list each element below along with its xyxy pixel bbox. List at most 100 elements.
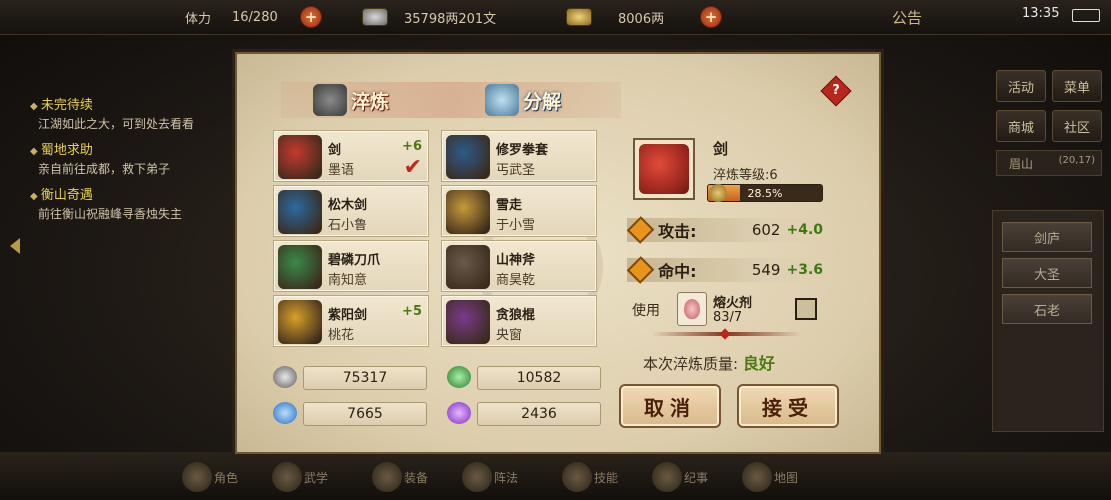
collapse-quest-arrow-icon[interactable] [10,238,20,254]
quest-log: 未完待续 江湖如此之大，可到处去看看 蜀地求助 亲自前往成都，救下弟子 衡山奇遇… [30,92,220,229]
nav-label: 武学 [303,470,328,485]
gold-value: 8006两 [618,11,665,27]
equipment-slot[interactable]: 碧磷刀爪 南知意 [273,240,429,292]
battery-icon [1072,4,1100,26]
nav-martial[interactable]: 武学 [270,460,330,494]
nav-label: 技能 [593,470,618,485]
role-icon [181,462,212,492]
weapon-icon [278,300,322,344]
npc-item[interactable]: 剑庐 [1002,222,1092,252]
weapon-owner: 南知意 [328,273,368,288]
tab-decompose[interactable]: 分解 [485,80,561,120]
weapon-icon [278,190,322,234]
tab-refine[interactable]: 淬炼 [313,80,389,120]
weapon-icon [278,135,322,179]
nav-label: 角色 [213,470,238,485]
stat-value: 549 [751,261,781,279]
gold-icon [566,6,592,28]
equipment-slot[interactable]: 松木剑 石小鲁 [273,185,429,237]
resource-value: 7665 [303,402,427,426]
weapon-owner: 丐武圣 [496,163,536,178]
stat-attack: 攻击: 602 +4.0 [626,216,823,244]
equip-icon [371,462,402,492]
nav-label: 地图 [773,470,798,485]
quest-desc: 前往衡山祝融峰寻香烛失主 [38,207,183,221]
tab-refine-label: 淬炼 [351,90,390,113]
equipment-slot[interactable]: 剑墨语 +6 ✔ [273,130,429,182]
activity-button[interactable]: 活动 [996,70,1046,102]
tab-decompose-label: 分解 [523,90,562,113]
weapon-name: 修罗拳套 [496,143,549,158]
material-name: 熔火剂 [713,296,753,311]
refine-level: 淬炼等级:6 [713,168,778,183]
weapon-name: 山神斧 [496,253,536,268]
amethyst-ore-icon [447,402,471,424]
weapon-owner: 于小雪 [496,218,536,233]
use-material-checkbox[interactable] [795,298,817,320]
skill-icon [561,462,592,492]
quest-item[interactable]: 蜀地求助 亲自前往成都，救下弟子 [30,139,220,178]
crystal-icon [485,84,519,116]
question-icon: ? [832,83,840,98]
nav-skill[interactable]: 技能 [560,460,620,494]
quality-label: 本次淬炼质量: [643,355,739,373]
sapphire-ore-icon [273,402,297,424]
diamond-icon [626,216,655,244]
equipment-slot[interactable]: 紫阳剑 桃花 +5 [273,295,429,347]
weapon-icon [446,245,490,289]
hammer-icon [709,184,727,202]
weapon-name: 松木剑 [328,198,368,213]
quest-desc: 亲自前往成都，救下弟子 [38,162,171,176]
bottom-nav-bar [0,452,1111,500]
refine-quality: 本次淬炼质量: 良好 [643,350,775,374]
cancel-button[interactable]: 取消 [619,384,721,428]
weapon-name: 剑 [328,143,342,158]
menu-button[interactable]: 菜单 [1052,70,1102,102]
selected-weapon-icon [633,138,695,200]
nav-map[interactable]: 地图 [740,460,800,494]
nav-formation[interactable]: 阵法 [460,460,520,494]
equipment-slot[interactable]: 山神斧 商昊乾 [441,240,597,292]
stat-label: 攻击: [658,222,697,241]
add-stamina-button[interactable]: + [300,6,322,28]
equipment-slot[interactable]: 雪走 于小雪 [441,185,597,237]
iron-ore-icon [273,366,297,388]
silver-value: 35798两201文 [404,11,497,27]
clock: 13:35 [1022,5,1060,21]
check-icon: ✔ [403,155,422,180]
npc-item[interactable]: 石老 [1002,294,1092,324]
plus-icon: + [300,6,322,28]
notice-button[interactable]: 公告 [892,6,922,28]
stat-value: 602 [751,221,781,239]
weapon-icon [278,245,322,289]
weapon-owner: 石小鲁 [328,218,368,233]
add-gold-button[interactable]: + [700,6,722,28]
equipment-grid: 剑墨语 +6 ✔ 修罗拳套 丐武圣 松木剑 石小鲁 雪走 于小雪 碧磷刀爪 南知意 山神斧 商昊乾 紫阳剑… [273,130,605,350]
weapon-icon [446,190,490,234]
community-button[interactable]: 社区 [1052,110,1102,142]
quest-item[interactable]: 未完待续 江湖如此之大，可到处去看看 [30,94,220,133]
quest-title: 未完待续 [30,94,220,113]
accept-button[interactable]: 接受 [737,384,839,428]
weapon-owner: 央窗 [496,328,523,343]
equipment-slot[interactable]: 贪狼棍 央窗 [441,295,597,347]
jade-ore-icon [447,366,471,388]
npc-item[interactable]: 大圣 [1002,258,1092,288]
top-status-bar: 体力 16/280 + 35798两201文 8006两 + 公告 13:35 [0,0,1111,35]
refine-dialog: 淬炼 分解 ? 剑墨语 +6 ✔ 修罗拳套 丐武圣 松木剑 石小鲁 雪走 于小雪 碧磷刀爪 南知意山… [235,52,881,454]
quest-item[interactable]: 衡山奇遇 前往衡山祝融峰寻香烛失主 [30,184,220,223]
weapon-level: +5 [402,304,422,319]
nav-equip[interactable]: 装备 [370,460,430,494]
weapon-name: 雪走 [496,198,523,213]
shop-button[interactable]: 商城 [996,110,1046,142]
nav-label: 纪事 [683,470,708,485]
resource-value: 75317 [303,366,427,390]
anvil-icon [313,84,347,116]
resource-value: 2436 [477,402,601,426]
nav-role[interactable]: 角色 [180,460,240,494]
help-button[interactable]: ? [820,75,852,107]
equipment-slot[interactable]: 修罗拳套 丐武圣 [441,130,597,182]
weapon-owner: 商昊乾 [496,273,536,288]
nav-chronicle[interactable]: 纪事 [650,460,710,494]
weapon-owner: 墨语 [328,163,355,178]
